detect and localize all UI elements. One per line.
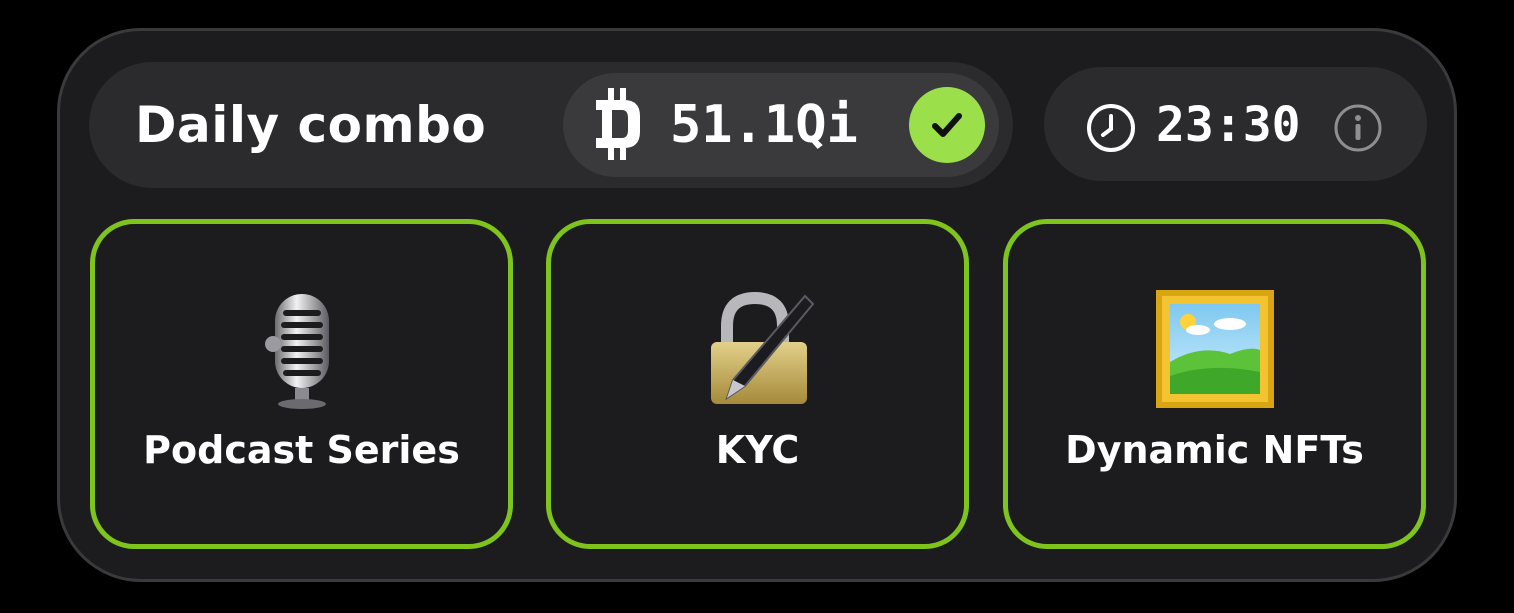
timer-value: 23:30	[1156, 97, 1301, 153]
microphone-icon	[264, 294, 329, 409]
combo-card-podcast-series[interactable]: Podcast Series	[90, 219, 513, 549]
daily-combo-title: Daily combo	[135, 96, 487, 154]
combo-card-dynamic-nfts[interactable]: Dynamic NFTs	[1003, 219, 1426, 549]
lock-with-pen-icon	[710, 291, 814, 404]
card-label-kyc: KYC	[715, 428, 800, 472]
reward-value: 51.1Qi	[670, 95, 858, 155]
coin-icon	[596, 88, 640, 160]
clock-icon	[1087, 104, 1135, 152]
framed-picture-icon	[1155, 290, 1274, 408]
card-label-podcast-series: Podcast Series	[143, 428, 460, 472]
info-icon[interactable]	[1332, 102, 1384, 154]
check-icon	[909, 87, 985, 163]
card-label-dynamic-nfts: Dynamic NFTs	[1065, 428, 1364, 472]
combo-card-kyc[interactable]: KYC	[546, 219, 969, 549]
